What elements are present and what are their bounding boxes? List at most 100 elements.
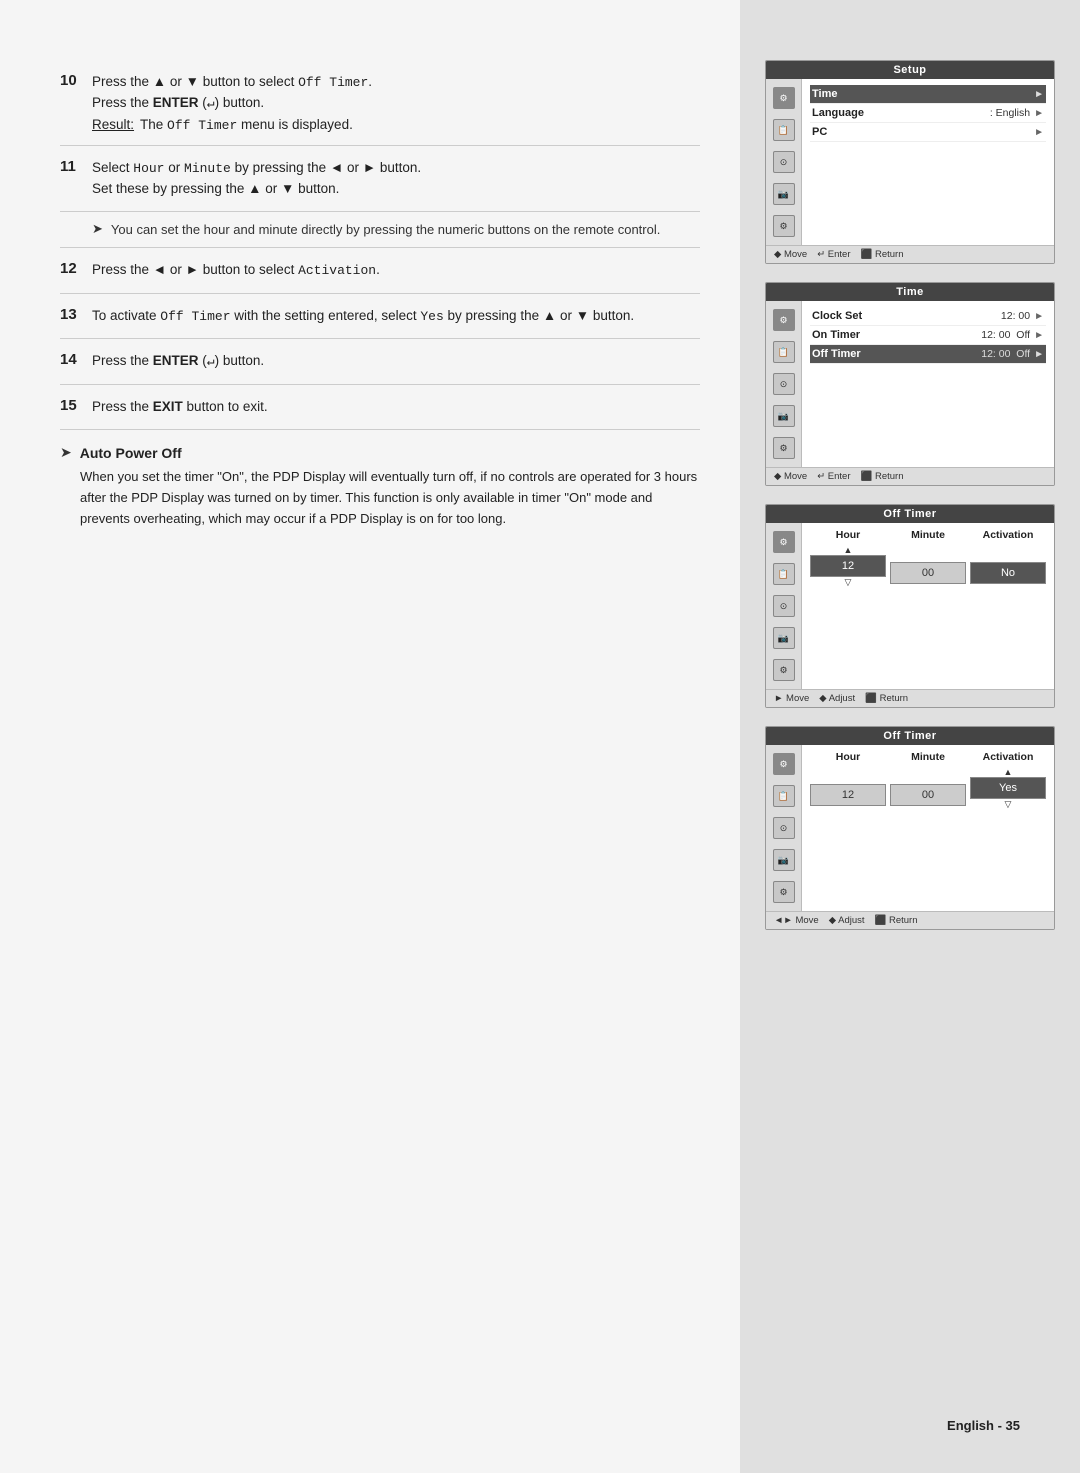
note-arrow-icon: ➤ [92, 221, 103, 237]
step-14-text1: Press the ENTER (↵) button. [92, 351, 700, 372]
auto-power-title-text: Auto Power Off [80, 445, 182, 461]
step-12-number: 12 [60, 260, 92, 277]
off-timer-1-main: Hour Minute Activation ▲ 12 ▽ 00 [802, 523, 1054, 689]
setup-pc-label: PC [812, 126, 1030, 138]
off-timer-2-body: ⚙ 📋 ⊙ 📷 ⚙ Hour Minute Activation [766, 745, 1054, 911]
setup-footer-enter: ↵ Enter [817, 249, 850, 260]
setup-row-time: Time ► [810, 85, 1046, 104]
time-title-bar: Time [766, 283, 1054, 301]
off-timer-1-header: Hour Minute Activation [810, 529, 1046, 541]
time-ontimer-label: On Timer [812, 329, 981, 341]
step-15-number: 15 [60, 397, 92, 414]
time-footer: ◆ Move ↵ Enter ⬛ Return [766, 467, 1054, 485]
time-row-clockset: Clock Set 12: 00 ► [810, 307, 1046, 326]
ot2-minute-box: 00 [890, 784, 966, 806]
step-11-row: 11 Select Hour or Minute by pressing the… [60, 146, 700, 212]
step-12-text1: Press the ◄ or ► button to select Activa… [92, 260, 700, 281]
ot2-sidebar-icon-3: ⊙ [773, 817, 795, 839]
step-11-text1: Select Hour or Minute by pressing the ◄ … [92, 158, 700, 179]
ot1-hour-up-arrow: ▲ [810, 545, 886, 555]
step-12-content: Press the ◄ or ► button to select Activa… [92, 260, 700, 281]
off-timer-2-main: Hour Minute Activation 12 00 [802, 745, 1054, 911]
ot2-activation-up-arrow: ▲ [970, 767, 1046, 777]
ot1-footer-adjust: ◆ Adjust [819, 693, 855, 704]
ot1-sidebar-icon-5: ⚙ [773, 659, 795, 681]
time-ontimer-value: 12: 00 Off [981, 329, 1030, 341]
step-11-note-text: You can set the hour and minute directly… [111, 220, 660, 240]
ot2-sidebar-icon-2: 📋 [773, 785, 795, 807]
setup-title-bar: Setup [766, 61, 1054, 79]
time-offtimer-value: 12: 00 Off [981, 348, 1030, 360]
ot2-hour-box: 12 [810, 784, 886, 806]
time-main: Clock Set 12: 00 ► On Timer 12: 00 Off ►… [802, 301, 1054, 467]
time-sidebar-icon-4: 📷 [773, 405, 795, 427]
setup-row-language: Language : English ► [810, 104, 1046, 123]
step-10-content: Press the ▲ or ▼ button to select Off Ti… [92, 72, 700, 133]
step-11-text2: Set these by pressing the ▲ or ▼ button. [92, 179, 700, 199]
ot1-hour-label: Hour [810, 529, 886, 541]
ot1-hour-box: 12 [810, 555, 886, 577]
setup-footer: ◆ Move ↵ Enter ⬛ Return [766, 245, 1054, 263]
ot2-hour-col: 12 [810, 771, 886, 806]
off-timer-1-title-bar: Off Timer [766, 505, 1054, 523]
time-body: ⚙ 📋 ⊙ 📷 ⚙ Clock Set 12: 00 ► On Timer 12… [766, 301, 1054, 467]
setup-language-label: Language [812, 107, 990, 119]
ot1-hour-col: ▲ 12 ▽ [810, 545, 886, 588]
time-footer-move: ◆ Move [774, 471, 807, 482]
time-clockset-label: Clock Set [812, 310, 1001, 322]
ot2-sidebar-icon-1: ⚙ [773, 753, 795, 775]
right-panel: Setup ⚙ 📋 ⊙ 📷 ⚙ Time ► Language : [740, 0, 1080, 1473]
setup-footer-move: ◆ Move [774, 249, 807, 260]
ot1-minute-label: Minute [890, 529, 966, 541]
off-timer-2-title-bar: Off Timer [766, 727, 1054, 745]
ot1-footer-move: ► Move [774, 693, 809, 704]
step-13-number: 13 [60, 306, 92, 323]
page-container: 10 Press the ▲ or ▼ button to select Off… [0, 0, 1080, 1473]
ot2-activation-down-arrow: ▽ [970, 799, 1046, 810]
setup-time-arrow: ► [1034, 89, 1044, 100]
step-14-content: Press the ENTER (↵) button. [92, 351, 700, 372]
page-footer: English - 35 [947, 1418, 1020, 1433]
ot1-sidebar-icon-4: 📷 [773, 627, 795, 649]
setup-panel: Setup ⚙ 📋 ⊙ 📷 ⚙ Time ► Language : [765, 60, 1055, 264]
off-timer-1-footer: ► Move ◆ Adjust ⬛ Return [766, 689, 1054, 707]
setup-language-arrow: ► [1034, 108, 1044, 119]
sidebar-icon-5: ⚙ [773, 215, 795, 237]
step-10-text1: Press the ▲ or ▼ button to select Off Ti… [92, 72, 700, 93]
ot1-activation-box: No [970, 562, 1046, 584]
time-row-ontimer: On Timer 12: 00 Off ► [810, 326, 1046, 345]
step-13-content: To activate Off Timer with the setting e… [92, 306, 700, 327]
step-10-row: 10 Press the ▲ or ▼ button to select Off… [60, 60, 700, 146]
step-15-row: 15 Press the EXIT button to exit. [60, 385, 700, 430]
time-footer-enter: ↵ Enter [817, 471, 850, 482]
time-ontimer-arrow: ► [1034, 330, 1044, 341]
setup-body: ⚙ 📋 ⊙ 📷 ⚙ Time ► Language : English ► [766, 79, 1054, 245]
ot2-sidebar-icon-4: 📷 [773, 849, 795, 871]
ot2-activation-label: Activation [970, 751, 1046, 763]
ot2-footer-move: ◄► Move [774, 915, 819, 926]
left-content: 10 Press the ▲ or ▼ button to select Off… [0, 0, 740, 1473]
ot1-sidebar-icon-3: ⊙ [773, 595, 795, 617]
sidebar-icon-1: ⚙ [773, 87, 795, 109]
ot2-hour-label: Hour [810, 751, 886, 763]
time-clockset-arrow: ► [1034, 311, 1044, 322]
off-timer-panel-1: Off Timer ⚙ 📋 ⊙ 📷 ⚙ Hour Minute Activati… [765, 504, 1055, 708]
time-clockset-value: 12: 00 [1001, 310, 1030, 322]
auto-power-arrow-icon: ➤ [60, 444, 72, 461]
step-10-number: 10 [60, 72, 92, 89]
time-sidebar-icon-3: ⊙ [773, 373, 795, 395]
ot1-sidebar-icon-2: 📋 [773, 563, 795, 585]
off-timer-panel-2: Off Timer ⚙ 📋 ⊙ 📷 ⚙ Hour Minute Activati… [765, 726, 1055, 930]
time-sidebar-icon-1: ⚙ [773, 309, 795, 331]
ot2-activation-box: Yes [970, 777, 1046, 799]
off-timer-2-sidebar: ⚙ 📋 ⊙ 📷 ⚙ [766, 745, 802, 911]
off-timer-1-body: ⚙ 📋 ⊙ 📷 ⚙ Hour Minute Activation ▲ [766, 523, 1054, 689]
step-15-content: Press the EXIT button to exit. [92, 397, 700, 417]
sidebar-icon-2: 📋 [773, 119, 795, 141]
step-10-result-label: Result: [92, 117, 134, 132]
off-timer-2-values: 12 00 ▲ Yes ▽ [810, 767, 1046, 810]
time-sidebar-icon-5: ⚙ [773, 437, 795, 459]
ot1-sidebar-icon-1: ⚙ [773, 531, 795, 553]
time-sidebar-icon-2: 📋 [773, 341, 795, 363]
time-footer-return: ⬛ Return [861, 471, 904, 482]
